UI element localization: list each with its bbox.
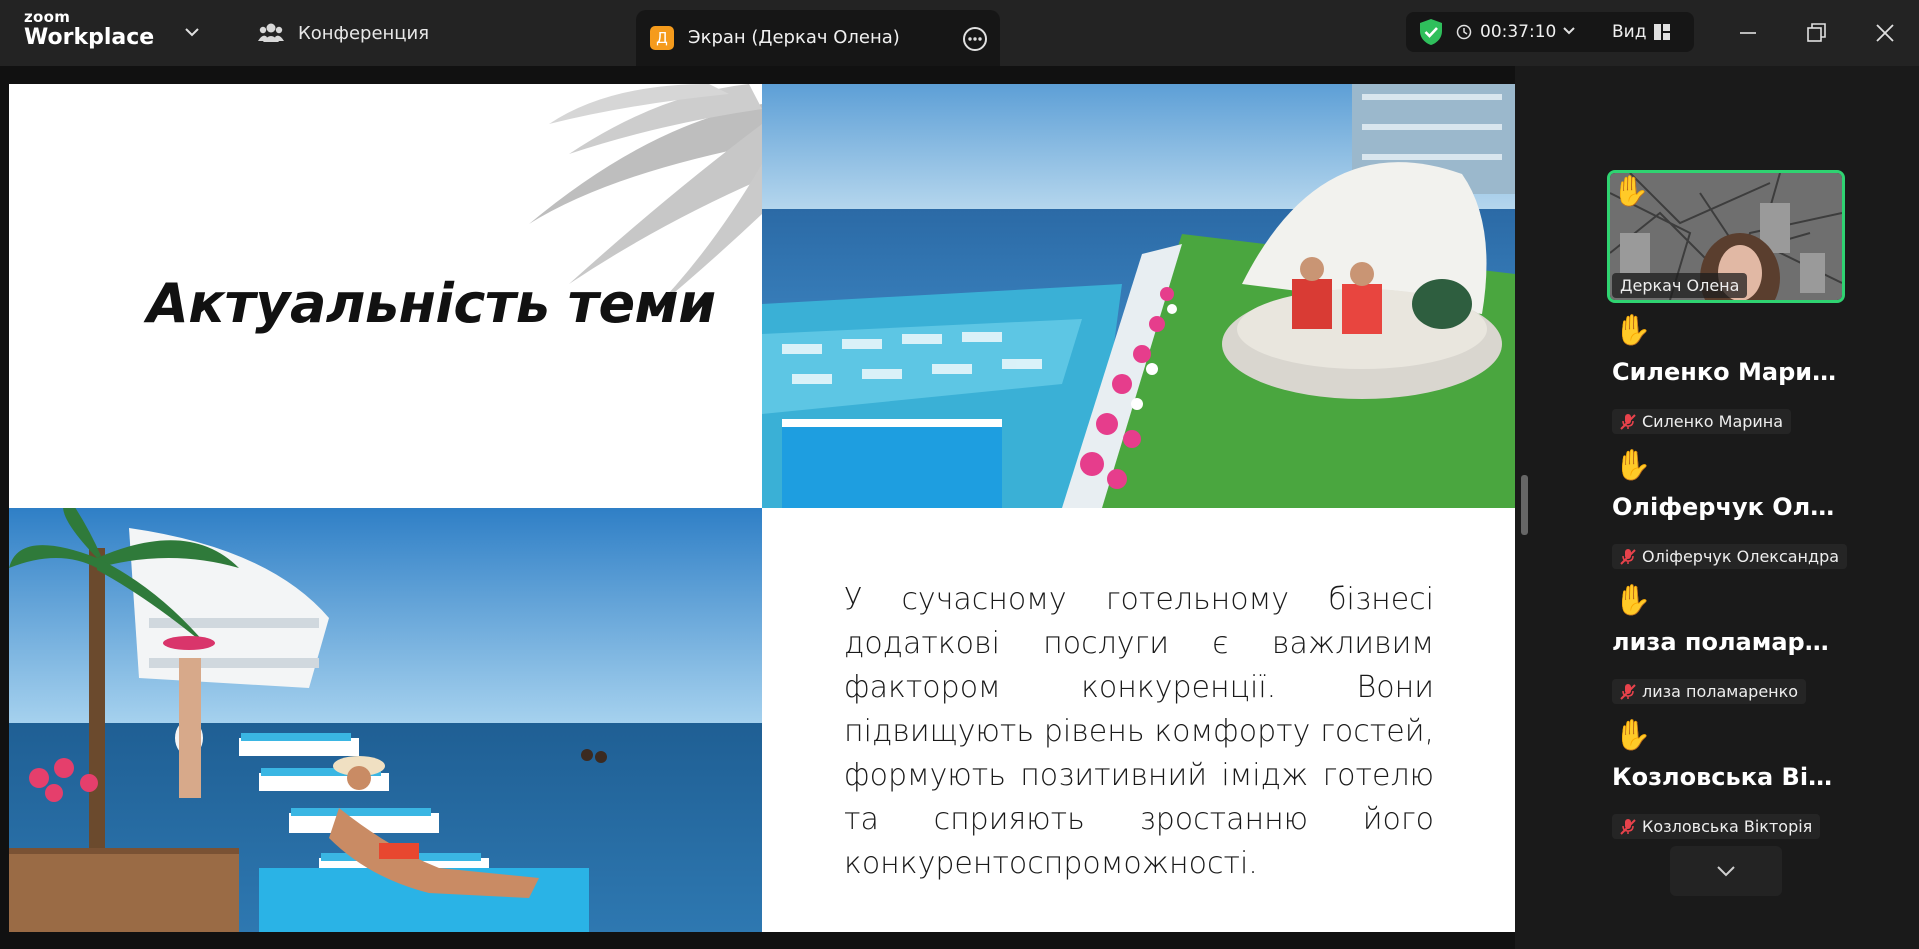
participant-name-tag: Оліферчук Олександра: [1612, 544, 1848, 569]
raised-hand-icon: ✋: [1612, 174, 1650, 209]
raised-hand-icon: ✋: [1614, 718, 1652, 753]
screen-share-tab[interactable]: Д Экран (Деркач Олена): [636, 10, 1000, 66]
active-speaker-name-text: Деркач Олена: [1620, 276, 1740, 295]
participants-icon: [258, 23, 284, 42]
slide-title: Актуальність теми: [147, 272, 716, 335]
view-grid-icon[interactable]: [1652, 22, 1672, 42]
active-speaker-name: Деркач Олена: [1612, 273, 1748, 298]
participant-display-name: лиза поламаре...: [1612, 628, 1842, 656]
chevron-down-icon[interactable]: [1562, 25, 1576, 37]
view-button[interactable]: Вид: [1612, 22, 1646, 42]
screen-tab-label: Экран (Деркач Олена): [688, 27, 900, 48]
clock-icon: [1456, 24, 1472, 40]
slide-body-text: У сучасному готельному бізнесі додаткові…: [844, 582, 1434, 881]
chevron-down-icon[interactable]: [184, 26, 200, 38]
slide-text-panel: У сучасному готельному бізнесі додаткові…: [762, 508, 1515, 932]
conference-label: Конференция: [298, 22, 430, 44]
app-logo: zoom Workplace: [24, 10, 154, 49]
participant-display-name: Силенко Марина: [1612, 358, 1842, 386]
meeting-timer[interactable]: 00:37:10: [1480, 22, 1556, 42]
mic-muted-icon: [1620, 413, 1636, 430]
conference-menu[interactable]: Конференция: [258, 22, 429, 44]
participant-name-tag: Силенко Марина: [1612, 409, 1792, 434]
panel-resize-handle[interactable]: [1521, 475, 1528, 535]
presentation-slide: Актуальність теми У сучасному готельному…: [9, 84, 1515, 932]
minimize-icon[interactable]: [1733, 18, 1763, 48]
shield-check-icon[interactable]: [1418, 18, 1444, 46]
raised-hand-icon: ✋: [1614, 583, 1652, 618]
participant-name-tag: Козловська Вікторія: [1612, 814, 1821, 839]
participant-tag-text: Силенко Марина: [1642, 412, 1784, 431]
more-options-icon[interactable]: [962, 26, 988, 52]
raised-hand-icon: ✋: [1614, 448, 1652, 483]
participant-tag-text: Оліферчук Олександра: [1642, 547, 1840, 566]
slide-title-panel: Актуальність теми: [9, 84, 762, 508]
participant-display-name: Оліферчук Оле...: [1612, 493, 1842, 521]
presenter-badge: Д: [650, 26, 674, 50]
infinity-pool-photo: [9, 508, 762, 932]
mic-muted-icon: [1620, 683, 1636, 700]
hotel-terrace-photo: [762, 84, 1515, 508]
bottom-strip: [0, 932, 1515, 949]
meeting-info-bar: 00:37:10 Вид: [1406, 12, 1694, 52]
logo-workplace: Workplace: [24, 25, 155, 50]
active-speaker-tile[interactable]: ✋ Деркач Олена: [1607, 170, 1845, 303]
raised-hand-icon: ✋: [1614, 313, 1652, 348]
show-more-participants-button[interactable]: [1670, 846, 1782, 896]
participant-name-tag: лиза поламаренко: [1612, 679, 1807, 704]
participant-tag-text: лиза поламаренко: [1642, 682, 1799, 701]
participant-display-name: Козловська Вік...: [1612, 763, 1842, 791]
logo-zoom: zoom: [24, 8, 71, 26]
restore-icon[interactable]: [1801, 18, 1831, 48]
mic-muted-icon: [1620, 818, 1636, 835]
close-icon[interactable]: [1870, 18, 1900, 48]
pool-illustration: [9, 508, 762, 932]
participant-tag-text: Козловська Вікторія: [1642, 817, 1813, 836]
chevron-down-icon: [1717, 866, 1735, 877]
terrace-illustration: [762, 84, 1515, 508]
title-bar: zoom Workplace Конференция Д Экран (Дерк…: [0, 0, 1919, 66]
mic-muted-icon: [1620, 548, 1636, 565]
